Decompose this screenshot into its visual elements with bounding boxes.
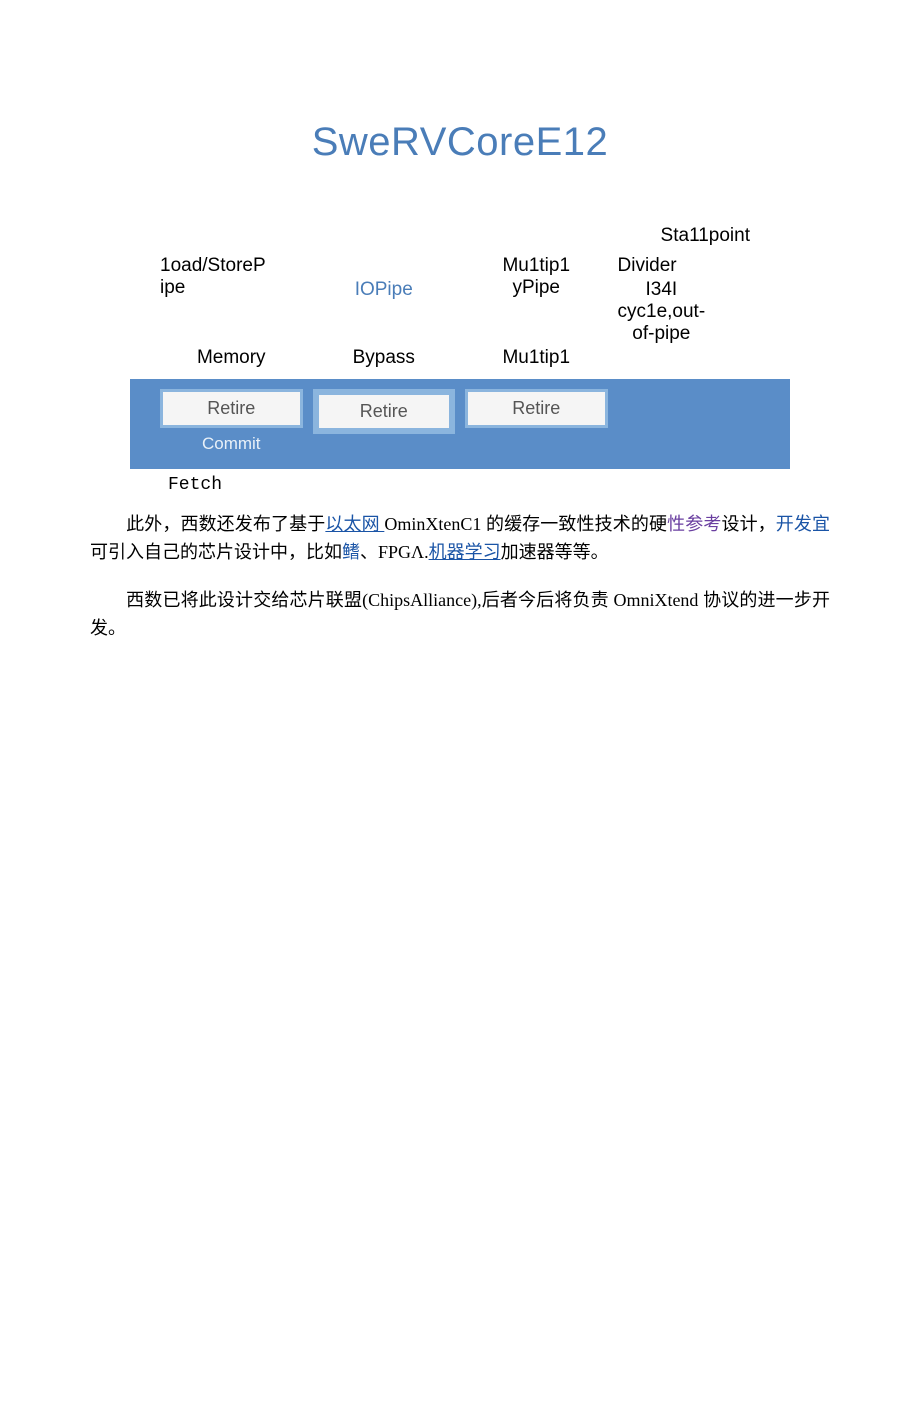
memory-label: Memory <box>160 348 303 369</box>
retire-slot-2: Retire <box>313 389 456 434</box>
p1-text-c: 设计， <box>721 514 775 534</box>
retire-box-3: Retire <box>465 389 608 428</box>
multipl-label: Mu1tip1 <box>465 348 608 369</box>
retire-bar: Retire Commit Retire Retire <box>130 379 790 469</box>
pipe-title-row: 1oad/StoreP ipe IOPipe Mu1tip1 yPipe Div… <box>130 255 790 344</box>
stallpoint-label: Sta11point <box>661 225 750 247</box>
pipeline-diagram: Sta11point 1oad/StoreP ipe IOPipe Mu1tip… <box>130 255 790 469</box>
machine-learning-link[interactable]: 机器学习 <box>429 542 501 562</box>
io-pipe-label: IOPipe <box>313 255 456 303</box>
p1-text-a: 此外，西数还发布了基于 <box>126 514 325 534</box>
retire-box-1: Retire <box>160 389 303 428</box>
multiply-pipe-label: Mu1tip1 yPipe <box>465 255 608 303</box>
paragraph-1: 此外，西数还发布了基于以太网 OminXtenC1 的缓存一致性技术的硬性参考设… <box>90 511 830 567</box>
paragraph-2: 西数已将此设计交给芯片联盟(ChipsAlliance),后者今后将负责 Omn… <box>90 587 830 643</box>
p1-text-e: 、FPGΛ. <box>360 542 429 562</box>
fin-link[interactable]: 鳍 <box>342 542 360 562</box>
p1-text-b: OminXtenC1 的缓存一致性技术的硬 <box>384 514 667 534</box>
fetch-label: Fetch <box>168 475 830 495</box>
divider-cycles-label: I34I cyc1e,out- of-pipe <box>618 279 706 345</box>
p1-text-d: 可引入自己的芯片设计中，比如 <box>90 542 342 562</box>
retire-box-2: Retire <box>313 389 456 434</box>
divider-spacer <box>618 348 761 369</box>
divider-label: Divider <box>618 255 677 277</box>
retire-slot-3: Retire <box>465 389 608 428</box>
load-store-pipe-label: 1oad/StoreP ipe <box>160 255 303 303</box>
p1-text-f: 加速器等等。 <box>501 542 609 562</box>
pipe-sub-row: Memory Bypass Mu1tip1 <box>130 344 790 379</box>
page-title: SweRVCoreE12 <box>90 120 830 165</box>
p2-text: 西数已将此设计交给芯片联盟(ChipsAlliance),后者今后将负责 Omn… <box>90 590 830 638</box>
commit-label: Commit <box>202 434 261 454</box>
retire-slot-1: Retire Commit <box>160 389 303 454</box>
bypass-label: Bypass <box>313 348 456 369</box>
ethernet-link[interactable]: 以太网 <box>325 514 384 534</box>
develop-link[interactable]: 开发宜 <box>776 514 830 534</box>
divider-column: Divider I34I cyc1e,out- of-pipe <box>618 255 761 344</box>
p1-purple-1: 性参考 <box>667 514 721 534</box>
